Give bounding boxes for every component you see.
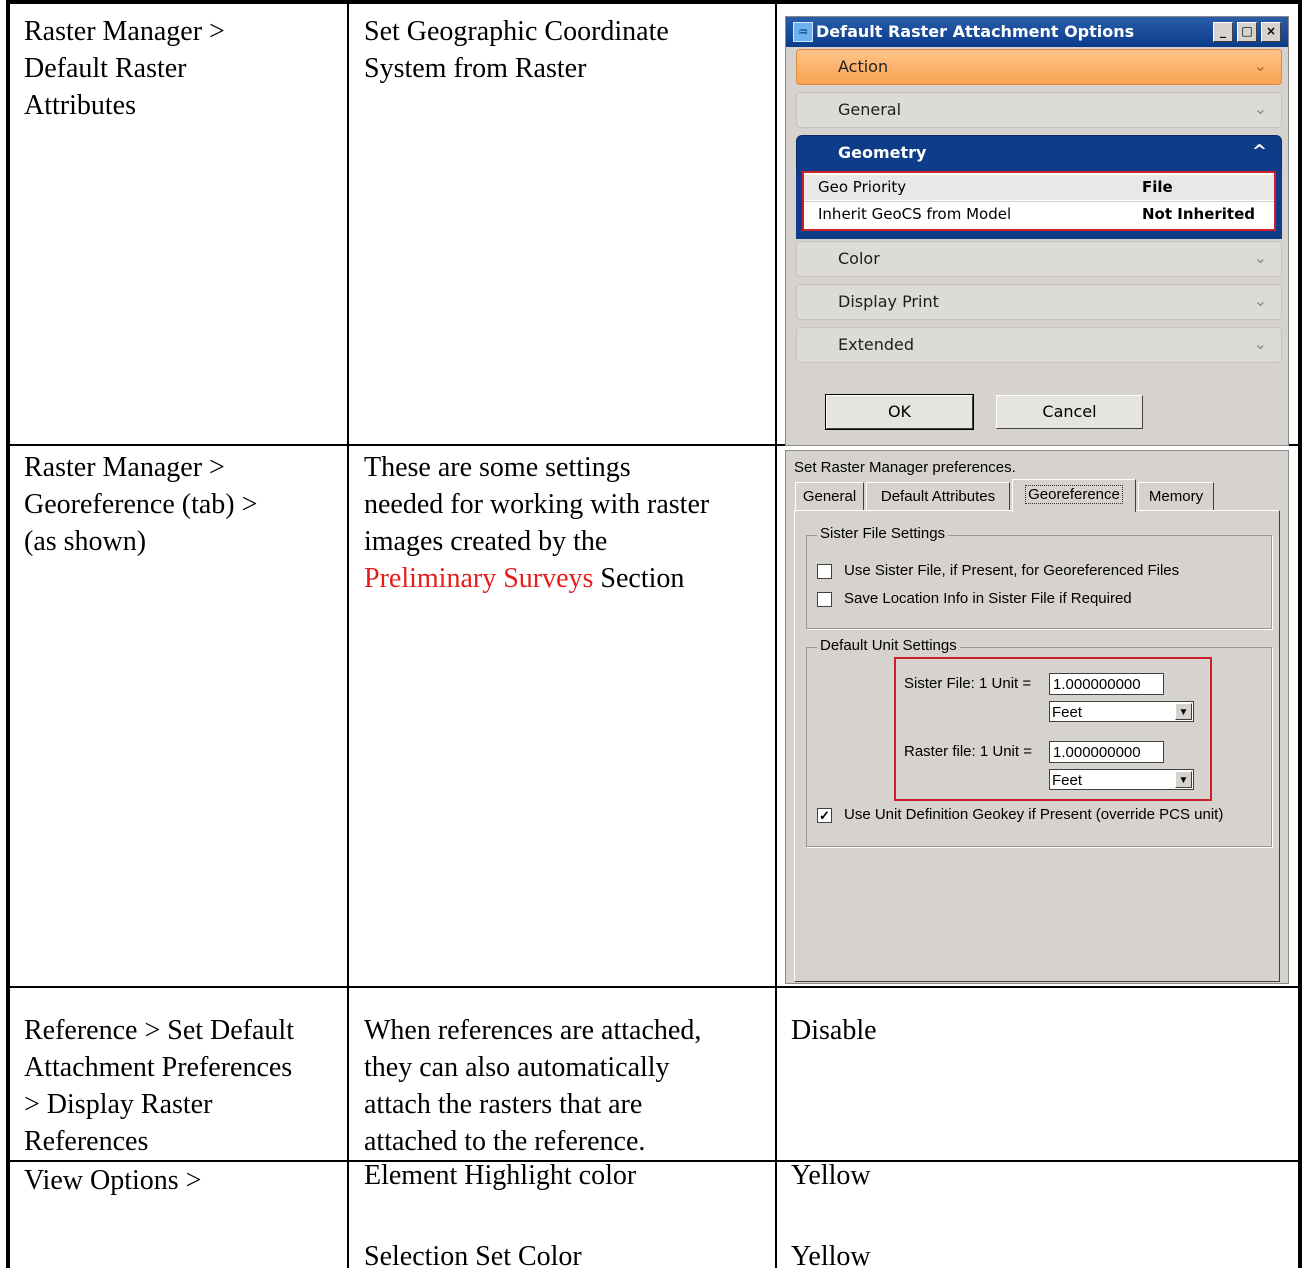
dropdown-arrow-icon[interactable]: ▼ <box>1175 771 1192 788</box>
group-title: Sister File Settings <box>817 525 949 542</box>
dialog-caption: Set Raster Manager preferences. <box>794 459 1016 476</box>
panel-color-label: Color <box>838 249 880 268</box>
geometry-property-grid: Geo Priority File Inherit GeoCS from Mod… <box>802 171 1276 231</box>
property-row-inherit-geocs[interactable]: Inherit GeoCS from Model Not Inherited <box>804 201 1274 227</box>
row4-description: Element Highlight color Selection Set Co… <box>364 1160 637 1272</box>
row3-description: When references are attached, they can a… <box>364 1015 702 1157</box>
panel-action[interactable]: Action ⌄ <box>796 49 1282 85</box>
row2-description-suffix: Section <box>593 563 685 594</box>
default-raster-attachment-dialog: ♒ Default Raster Attachment Options _ □ … <box>785 16 1289 446</box>
property-name: Inherit GeoCS from Model <box>818 205 1012 223</box>
panel-display-print-label: Display Print <box>838 292 939 311</box>
row4-value: Yellow Yellow <box>791 1160 871 1272</box>
sister-unit-label: Sister File: 1 Unit = <box>904 675 1032 692</box>
raster-manager-preferences-dialog: Set Raster Manager preferences. General … <box>785 450 1289 984</box>
tab-memory[interactable]: Memory <box>1138 482 1214 511</box>
property-value[interactable]: Not Inherited <box>1142 205 1255 223</box>
panel-extended-label: Extended <box>838 335 914 354</box>
row-divider-2 <box>6 986 1302 988</box>
raster-unit-select-value: Feet <box>1052 772 1083 789</box>
ok-button[interactable]: OK <box>825 394 974 430</box>
tab-georeference-label: Georeference <box>1025 485 1123 504</box>
maximize-icon[interactable]: □ <box>1237 22 1257 42</box>
table-border-right <box>1298 0 1302 1268</box>
chevron-down-icon: ⌄ <box>1253 56 1267 75</box>
panel-general[interactable]: General ⌄ <box>796 92 1282 128</box>
row3-value: Disable <box>791 1015 877 1046</box>
property-name: Geo Priority <box>818 178 907 196</box>
tab-general[interactable]: General <box>795 482 864 511</box>
dialog-title: Default Raster Attachment Options <box>816 22 1135 41</box>
sister-unit-select-value: Feet <box>1052 704 1083 721</box>
dropdown-arrow-icon[interactable]: ▼ <box>1175 703 1192 720</box>
minimize-icon[interactable]: _ <box>1213 22 1233 42</box>
panel-display-print[interactable]: Display Print ⌄ <box>796 284 1282 320</box>
panel-geometry-label: Geometry <box>838 143 927 162</box>
sister-unit-input[interactable]: 1.000000000 <box>1049 673 1164 695</box>
table-divider-2 <box>775 0 777 1268</box>
chevron-down-icon: ⌄ <box>1253 334 1267 353</box>
row4-setting: View Options > <box>24 1165 202 1196</box>
row1-setting: Raster Manager > Default Raster Attribut… <box>24 16 225 121</box>
close-icon[interactable]: × <box>1261 22 1281 42</box>
chevron-up-icon: ^ <box>1251 141 1267 162</box>
checkbox-icon[interactable] <box>817 592 832 607</box>
checkbox-icon[interactable] <box>817 564 832 579</box>
preliminary-surveys-link[interactable]: Preliminary Surveys <box>364 563 593 594</box>
save-location-label: Save Location Info in Sister File if Req… <box>844 590 1132 607</box>
panel-action-label: Action <box>838 57 889 76</box>
sister-file-settings-group: Sister File Settings <box>806 525 1272 629</box>
app-icon: ♒ <box>793 22 813 42</box>
row2-description: These are some settings needed for worki… <box>364 449 709 597</box>
tab-georeference[interactable]: Georeference <box>1012 479 1136 512</box>
raster-unit-input[interactable]: 1.000000000 <box>1049 741 1164 763</box>
panel-general-label: General <box>838 100 902 119</box>
sister-unit-select[interactable]: Feet ▼ <box>1049 701 1194 722</box>
table-divider-1 <box>347 0 349 1268</box>
table-border-left <box>6 0 10 1268</box>
chevron-down-icon: ⌄ <box>1253 291 1267 310</box>
checkbox-icon[interactable]: ✓ <box>817 808 832 823</box>
row3-setting: Reference > Set Default Attachment Prefe… <box>24 1015 294 1157</box>
table-border-top <box>6 0 1302 4</box>
property-row-geo-priority[interactable]: Geo Priority File <box>804 175 1274 200</box>
row2-description-text: These are some settings needed for worki… <box>364 452 710 557</box>
raster-unit-select[interactable]: Feet ▼ <box>1049 769 1194 790</box>
raster-unit-label: Raster file: 1 Unit = <box>904 743 1032 760</box>
row2-setting: Raster Manager > Georeference (tab) > (a… <box>24 452 258 557</box>
row1-description: Set Geographic Coordinate System from Ra… <box>364 16 669 84</box>
tab-default-attributes[interactable]: Default Attributes <box>866 482 1010 511</box>
geokey-label: Use Unit Definition Geokey if Present (o… <box>844 806 1224 823</box>
property-value[interactable]: File <box>1142 178 1173 196</box>
chevron-down-icon: ⌄ <box>1253 99 1267 118</box>
cancel-button[interactable]: Cancel <box>996 395 1143 429</box>
use-sister-file-label: Use Sister File, if Present, for Georefe… <box>844 562 1180 579</box>
group-title: Default Unit Settings <box>817 637 960 654</box>
panel-color[interactable]: Color ⌄ <box>796 241 1282 277</box>
panel-extended[interactable]: Extended ⌄ <box>796 327 1282 363</box>
dialog-title-bar[interactable]: ♒ Default Raster Attachment Options _ □ … <box>786 17 1288 47</box>
chevron-down-icon: ⌄ <box>1253 248 1267 267</box>
panel-geometry[interactable]: Geometry ^ <box>796 135 1282 171</box>
